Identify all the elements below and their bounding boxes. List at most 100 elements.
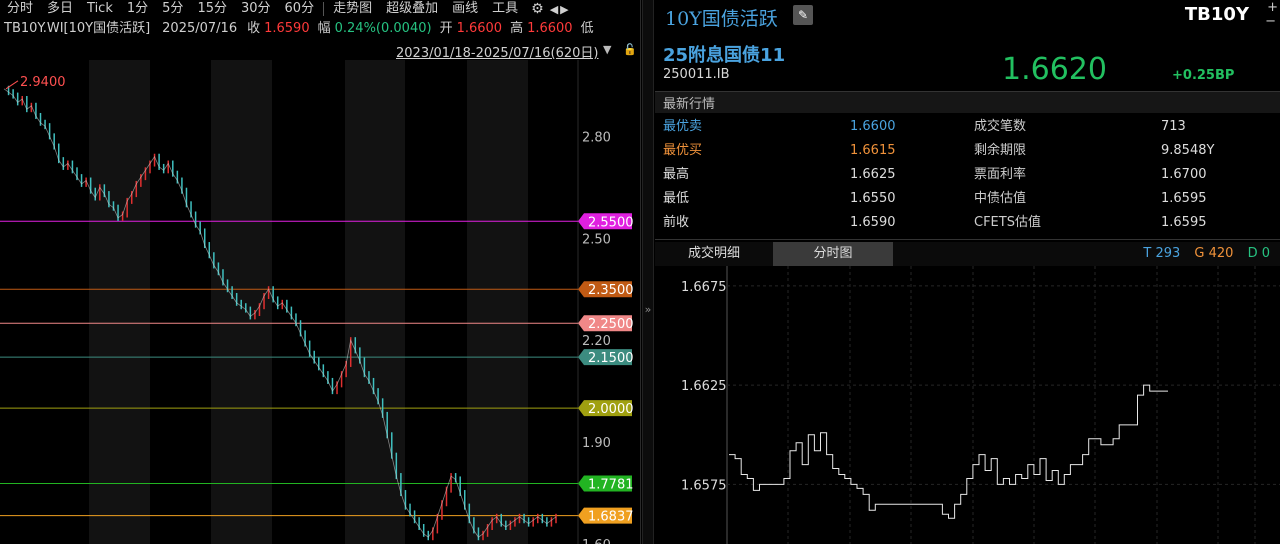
bond-code: 250011.IB [663, 67, 730, 82]
max-label: 2.9400 [20, 75, 66, 90]
caret-down-icon[interactable]: ▼ [603, 43, 611, 56]
level-label: 1.6837 [588, 510, 634, 525]
y-tick-label: 1.90 [582, 436, 611, 451]
g-count: G 420 [1194, 246, 1234, 261]
nav-arrows-icon[interactable]: ◀▶ [550, 3, 571, 16]
low-label: 低 [580, 21, 594, 36]
draw-line-button[interactable]: 画线 [445, 0, 485, 18]
quote-bar: TB10Y.WI[10Y国债活跃] 2025/07/16 收 1.6590 幅 … [4, 20, 598, 38]
quote-value: 1.6595 [1161, 215, 1207, 230]
plus-icon[interactable]: + [1267, 0, 1278, 15]
minus-icon[interactable]: − [1265, 14, 1276, 29]
quote-value: 1.6700 [1161, 167, 1207, 182]
period-button-tick[interactable]: Tick [80, 0, 120, 18]
bond-name[interactable]: 25附息国债11 [663, 41, 785, 67]
intraday-chart: 1.6675 1.6625 1.6575 [681, 266, 1280, 544]
trend-chart-button[interactable]: 走势图 [326, 0, 379, 18]
quote-key: 票面利率 [974, 167, 1027, 182]
period-button-1min[interactable]: 1分 [120, 0, 155, 18]
max-marker-line [5, 80, 19, 90]
period-button-multiday[interactable]: 多日 [40, 0, 80, 18]
quote-key: CFETS估值 [974, 215, 1041, 230]
section-header [655, 91, 1280, 113]
level-label: 2.0000 [588, 402, 634, 417]
date-range-selector[interactable]: 2023/01/18-2025/07/16(620日) [396, 42, 599, 61]
collapse-arrows-icon[interactable]: » [643, 303, 653, 316]
tab-bar: 成交明细 分时图 T 293 G 420 D 0 [655, 242, 1280, 266]
pencil-icon[interactable]: ✎ [793, 5, 813, 25]
quote-value: 1.6590 [850, 215, 896, 230]
level-label: 2.1500 [588, 351, 634, 366]
quote-key: 最高 [663, 167, 690, 182]
d-count: D 0 [1247, 246, 1270, 261]
quote-value: 1.6595 [1161, 191, 1207, 206]
y-tick-label: 2.20 [582, 334, 611, 349]
y-tick-label: 1.60 [582, 538, 611, 544]
close-value: 1.6590 [264, 21, 310, 36]
quote-key: 剩余期限 [974, 143, 1027, 158]
tab-intraday-chart[interactable]: 分时图 [773, 242, 893, 266]
period-button-intraday[interactable]: 分时 [0, 0, 40, 18]
period-button-30min[interactable]: 30分 [234, 0, 278, 18]
open-value: 1.6600 [456, 21, 503, 36]
chart-band [89, 60, 150, 544]
quote-row: 最优买 1.6615 剩余期限 9.8548Y [655, 139, 1280, 163]
lock-icon[interactable]: 🔓 [623, 43, 637, 56]
y-tick-label: 2.50 [582, 232, 611, 247]
quote-value: 1.6625 [850, 167, 896, 182]
quote-value: 1.6550 [850, 191, 896, 206]
chart-band [467, 60, 528, 544]
high-value: 1.6600 [527, 21, 573, 36]
gear-icon[interactable]: ⚙ [531, 1, 544, 17]
open-label: 开 [439, 21, 453, 36]
y-tick-label: 1.6575 [681, 478, 727, 493]
panel-divider[interactable] [642, 0, 654, 544]
close-label: 收 [247, 21, 261, 36]
period-button-60min[interactable]: 60分 [278, 0, 322, 18]
toolbar-divider [323, 2, 325, 16]
date-label: 2025/07/16 [162, 21, 238, 36]
quote-value: 9.8548Y [1161, 143, 1215, 158]
quote-key: 最优卖 [663, 119, 703, 134]
period-button-15min[interactable]: 15分 [190, 0, 234, 18]
y-tick-label: 1.6675 [681, 280, 727, 295]
symbol-label: TB10Y.WI[10Y国债活跃] [4, 21, 151, 36]
quote-panel: 10Y国债活跃 ✎ TB10Y + − 25附息国债11 250011.IB 1… [655, 0, 1280, 544]
quote-value: 1.6615 [850, 143, 896, 158]
tools-button[interactable]: 工具 [485, 0, 525, 18]
quote-row: 前收 1.6590 CFETS估值 1.6595 [655, 211, 1280, 235]
period-button-5min[interactable]: 5分 [155, 0, 190, 18]
quote-row: 最低 1.6550 中债估值 1.6595 [655, 187, 1280, 211]
instrument-title: 10Y国债活跃 [665, 8, 778, 30]
section-title: 最新行情 [663, 97, 716, 112]
price-change-bp: +0.25BP [1172, 68, 1235, 83]
change-value: 0.24%(0.0040) [334, 21, 432, 36]
level-label: 1.7781 [588, 477, 634, 492]
quote-key: 最优买 [663, 143, 703, 158]
last-price: 1.6620 [1002, 52, 1107, 87]
change-label: 幅 [317, 21, 331, 36]
quote-key: 中债估值 [974, 191, 1027, 206]
tab-trade-details[interactable]: 成交明细 [655, 242, 773, 266]
quote-row: 最优卖 1.6600 成交笔数 713 [655, 115, 1280, 139]
quote-row: 最高 1.6625 票面利率 1.6700 [655, 163, 1280, 187]
t-count: T 293 [1143, 246, 1181, 261]
high-label: 高 [510, 21, 524, 36]
overlay-button[interactable]: 超级叠加 [379, 0, 445, 18]
quote-key: 最低 [663, 191, 690, 206]
y-tick-label: 1.6625 [681, 379, 727, 394]
instrument-code: TB10Y [1184, 4, 1249, 25]
level-label: 2.3500 [588, 283, 634, 298]
quote-key: 成交笔数 [974, 119, 1027, 134]
toolbar: 分时 多日 Tick 1分 5分 15分 30分 60分 走势图 超级叠加 画线… [0, 0, 641, 18]
quote-value: 713 [1161, 119, 1186, 134]
app-window: 分时 多日 Tick 1分 5分 15分 30分 60分 走势图 超级叠加 画线… [0, 0, 1280, 544]
y-tick-label: 2.80 [582, 130, 611, 145]
level-label: 2.2500 [588, 317, 634, 332]
trade-counts: T 293 G 420 D 0 [1133, 242, 1270, 266]
divider [655, 239, 1280, 240]
kline-chart: 2.80 2.50 2.20 1.90 1.60 2.5500 2.3500 2.2500 2.… [0, 60, 634, 544]
level-label: 2.5500 [588, 215, 634, 230]
quote-key: 前收 [663, 215, 690, 230]
intraday-line [729, 384, 1168, 519]
